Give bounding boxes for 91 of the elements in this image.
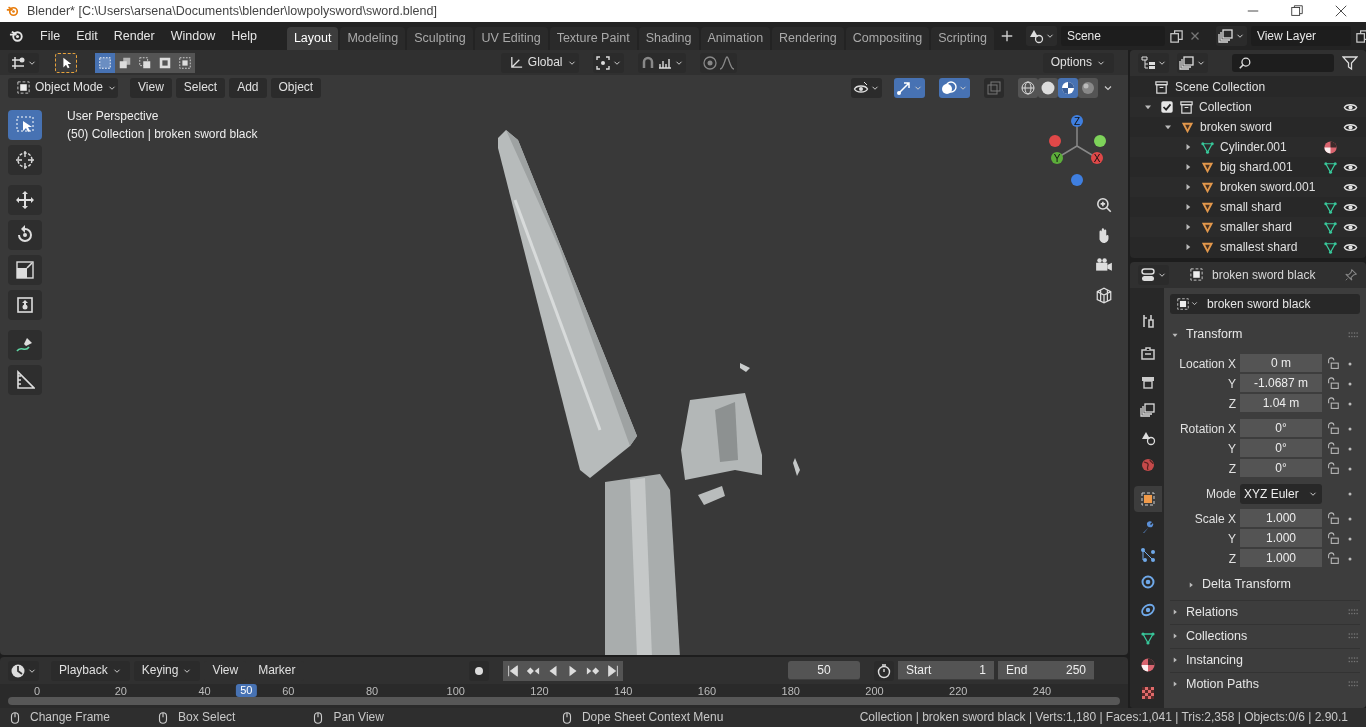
panel-header[interactable]: Relations [1170,599,1360,624]
workspace-tab[interactable]: Layout [286,27,339,50]
axis-label: Z [1073,116,1081,127]
status-hint: Pan View [333,710,384,725]
scene-field[interactable]: Scene [1060,26,1165,46]
workspace-tab[interactable]: Compositing [845,27,930,50]
panel-header[interactable]: Instancing [1170,647,1360,672]
frame-number: 140 [614,685,633,699]
subpanel-header[interactable]: Delta Transform [1170,573,1360,596]
end-frame-field[interactable]: End 250 [998,661,1094,680]
menu-item[interactable]: Object [270,77,322,98]
frame-number: 200 [865,685,884,699]
menu-item[interactable]: Window [162,26,224,46]
view-layer-field[interactable]: View Layer [1250,26,1351,46]
panel-header[interactable]: Collections [1170,623,1360,648]
mode-dropdown[interactable]: XYZ Euler [1240,483,1322,504]
frame-number: 120 [530,685,549,699]
menu-item[interactable]: Select [175,77,226,98]
orientation-dropdown[interactable]: Global [500,52,579,73]
workspace-tab[interactable]: Texture Paint [549,27,637,50]
tree-item[interactable]: Scene Collection [1175,79,1266,95]
tree-item[interactable]: broken sword.001 [1220,179,1316,195]
number-field[interactable]: 0° [1240,459,1322,479]
tree-item[interactable]: big shard.001 [1220,159,1293,175]
workspace-tab[interactable]: Animation [700,27,771,50]
field-label: Y [1227,376,1236,391]
number-field[interactable]: 1.000 [1240,549,1322,569]
menu-item[interactable]: Keying [133,660,201,681]
playhead[interactable]: 50 [236,684,257,698]
tree-item[interactable]: small shard [1220,199,1282,215]
scene-statistics: Collection | broken sword black | Verts:1,180 | Faces:1,041 | Tris:2,358 | Objects:0/6 | 2.90.1 [859,710,1348,725]
frame-number: 20 [114,685,127,699]
tree-item[interactable]: broken sword [1200,119,1273,135]
frame-number: 240 [1032,685,1052,699]
frame-number: 180 [781,685,800,699]
frame-number: 220 [949,685,968,699]
frame-number: 40 [198,685,211,699]
field-label: Y [1227,441,1236,456]
menu-item[interactable]: Edit [68,26,106,46]
window-title: Blender* [C:\Users\arsena\Documents\blender\lowpolysword\sword.blend] [27,3,437,19]
menu-item[interactable]: File [32,26,69,46]
menu-item[interactable]: View [130,77,172,98]
field-label: Z [1227,461,1236,476]
current-frame-field[interactable]: 50 [788,661,860,680]
number-field[interactable]: 1.000 [1240,509,1322,529]
view-name: User Perspective [67,109,159,124]
frame-number: 80 [365,685,379,699]
panel-header[interactable]: Transform [1170,323,1360,346]
frame-number: 100 [446,685,465,699]
frame-number: 0 [33,685,41,699]
workspace-tab[interactable]: Shading [638,27,699,50]
menu-item[interactable]: Render [105,26,163,46]
number-field[interactable]: -1.0687 m [1240,374,1322,394]
number-field[interactable]: 1.000 [1240,529,1322,549]
field-label: Mode [1204,486,1236,501]
menu-item[interactable]: Help [223,26,265,46]
field-label: Z [1227,551,1236,566]
panel-header[interactable]: Motion Paths [1170,671,1360,696]
menu-item[interactable]: Add [229,77,267,98]
object-name-field[interactable]: broken sword black [1170,293,1360,314]
number-field[interactable]: 0° [1240,439,1322,459]
frame-number: 60 [282,685,295,699]
number-field[interactable]: 1.04 m [1240,394,1322,414]
workspace-tab[interactable]: UV Editing [474,27,548,50]
context-name: broken sword black [1212,267,1316,283]
axis-label: X [1093,153,1101,164]
status-hint: Change Frame [30,710,111,725]
status-hint: Dope Sheet Context Menu [581,710,724,725]
workspace-tab[interactable]: Rendering [772,27,844,50]
mode-dropdown[interactable]: Object Mode [8,77,118,98]
tree-item[interactable]: Cylinder.001 [1220,139,1287,155]
object-info: (50) Collection | broken sword black [67,127,258,142]
number-field[interactable]: 0° [1240,419,1322,439]
field-label: Y [1227,531,1236,546]
frame-number: 160 [697,685,717,699]
field-label: Scale X [1193,511,1236,526]
field-label: Z [1227,396,1236,411]
tree-item[interactable]: smallest shard [1220,239,1298,255]
start-frame-field[interactable]: Start 1 [898,661,994,680]
field-label: Location X [1178,356,1236,371]
workspace-tab[interactable]: Scripting [931,27,994,50]
options-dropdown[interactable]: Options [1042,52,1114,73]
status-hint: Box Select [178,710,236,725]
tree-item[interactable]: smaller shard [1220,219,1293,235]
workspace-tab[interactable]: Sculpting [407,27,473,50]
tree-item[interactable]: Collection [1199,99,1252,115]
number-field[interactable]: 0 m [1240,354,1322,374]
menu-item[interactable]: Playback [51,660,130,681]
axis-label: Y [1053,153,1061,164]
field-label: Rotation X [1178,421,1236,436]
workspace-tab[interactable]: Modeling [340,27,406,50]
